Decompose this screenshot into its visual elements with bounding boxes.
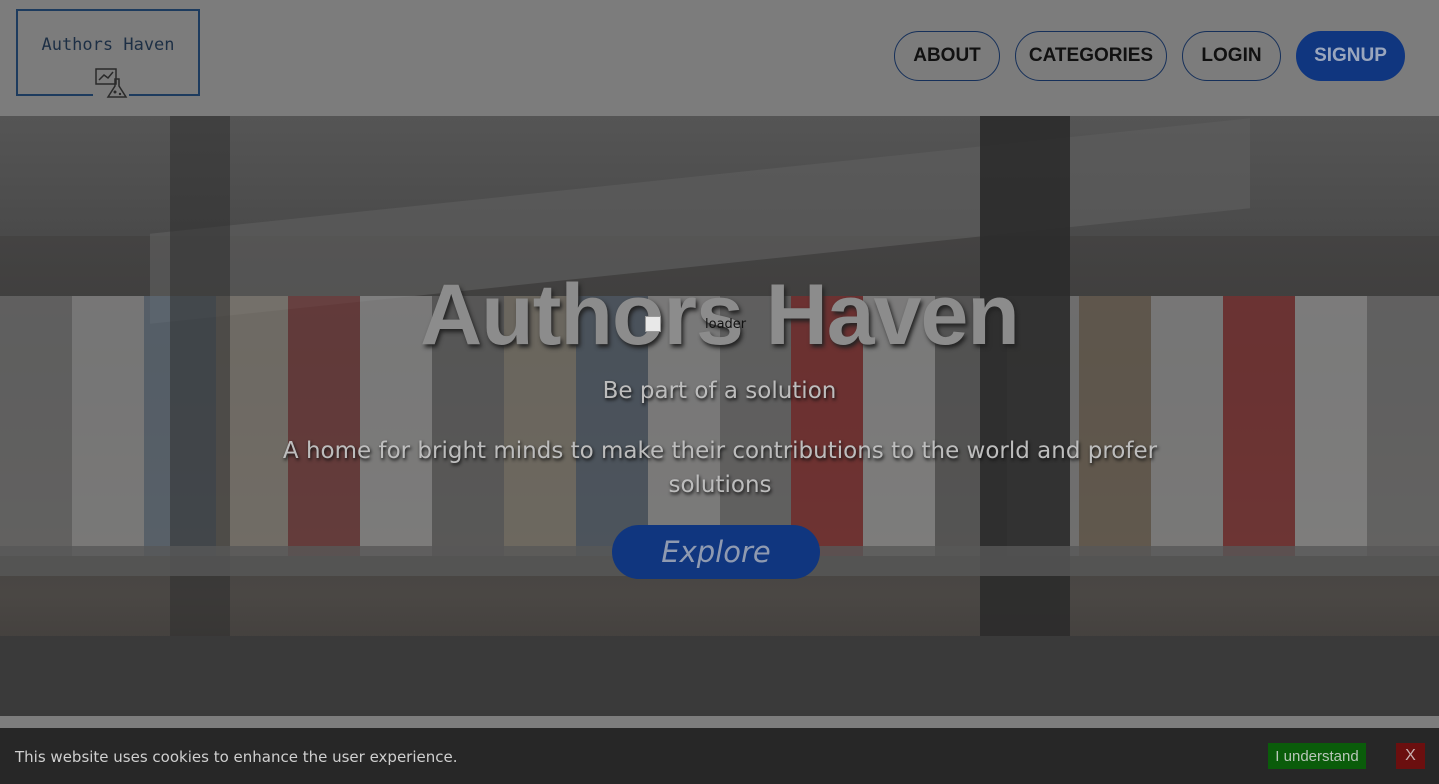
- hero-section: Authors Haven loader Be part of a soluti…: [0, 116, 1439, 716]
- cookie-message: This website uses cookies to enhance the…: [15, 748, 458, 766]
- hero-description: A home for bright minds to make their co…: [282, 438, 1158, 498]
- broken-image-icon: [645, 316, 661, 332]
- nav-about-button[interactable]: ABOUT: [894, 31, 1000, 81]
- nav-categories-button[interactable]: CATEGORIES: [1015, 31, 1167, 81]
- logo-text: Authors Haven: [41, 35, 175, 55]
- loader-alt-text: loader: [705, 316, 747, 332]
- site-logo[interactable]: Authors Haven: [16, 9, 200, 100]
- nav-login-button[interactable]: LOGIN: [1182, 31, 1281, 81]
- flask-chart-icon: [93, 67, 129, 100]
- site-header: Authors Haven ABOUT CATEGORIES LOGIN SIG…: [0, 0, 1439, 116]
- hero-subtitle: Be part of a solution: [602, 378, 837, 404]
- cookie-banner: This website uses cookies to enhance the…: [0, 728, 1439, 784]
- loader-image: loader: [645, 316, 746, 332]
- cookie-close-button[interactable]: X: [1396, 743, 1425, 769]
- explore-button[interactable]: Explore: [612, 525, 820, 579]
- nav-signup-button[interactable]: SIGNUP: [1296, 31, 1405, 81]
- content-strip: [0, 716, 1439, 728]
- cookie-accept-button[interactable]: I understand: [1268, 743, 1366, 769]
